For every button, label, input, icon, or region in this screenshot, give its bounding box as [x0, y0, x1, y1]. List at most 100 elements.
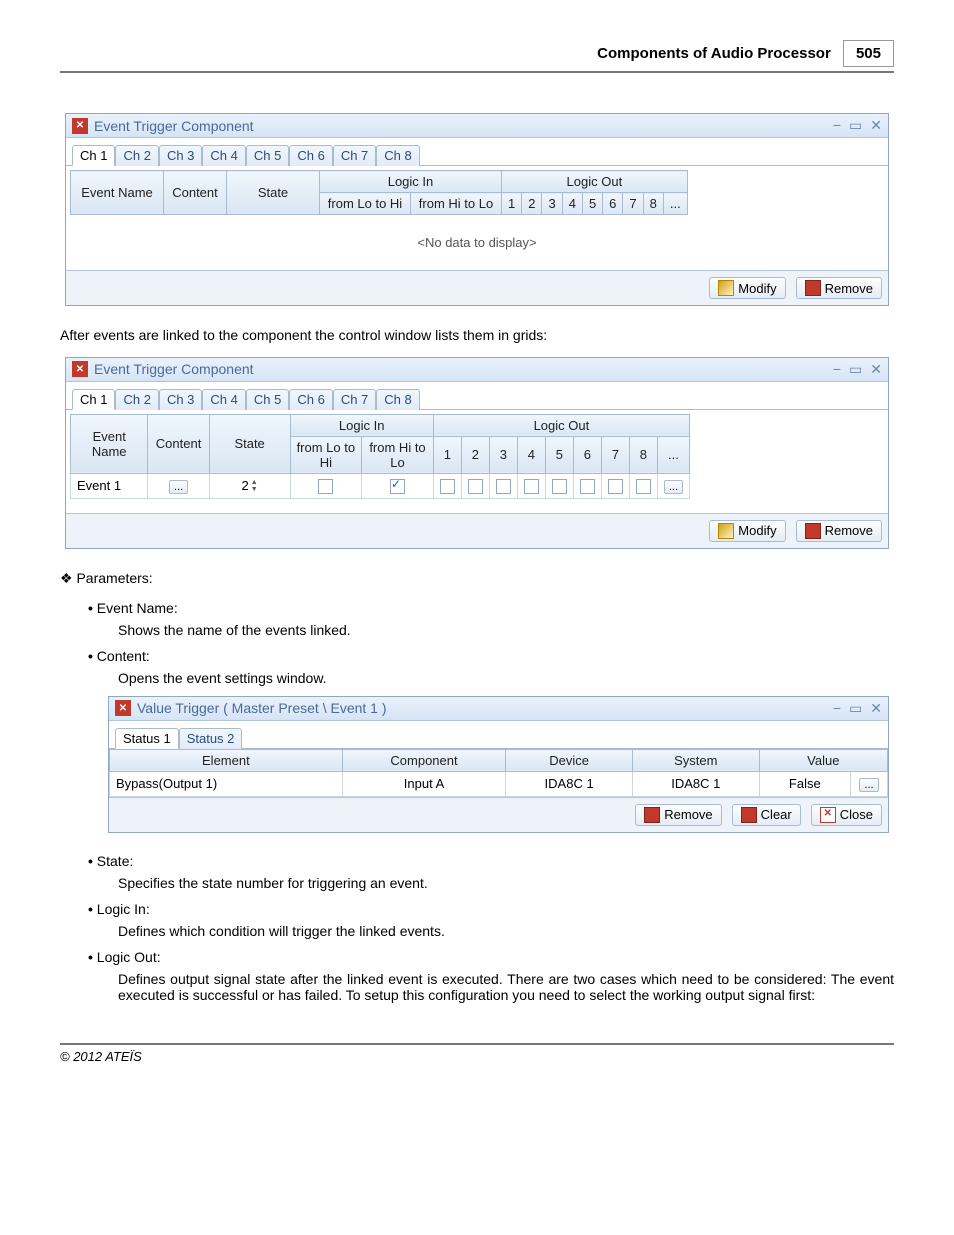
modify-button[interactable]: Modify [709, 520, 785, 542]
close-icon[interactable]: ✕ [870, 117, 882, 134]
remove-button[interactable]: Remove [796, 277, 882, 299]
pencil-icon [718, 523, 734, 539]
minimize-icon[interactable]: − [833, 117, 841, 134]
maximize-icon[interactable]: ▭ [849, 700, 862, 717]
col-logic-out: Logic Out [502, 171, 688, 193]
tab-ch3[interactable]: Ch 3 [159, 389, 202, 410]
value-row: Bypass(Output 1) Input A IDA8C 1 IDA8C 1… [110, 771, 888, 796]
minimize-icon[interactable]: − [833, 361, 841, 378]
tab-ch1[interactable]: Ch 1 [72, 145, 115, 166]
tab-ch5[interactable]: Ch 5 [246, 145, 289, 166]
tab-ch2[interactable]: Ch 2 [115, 389, 158, 410]
col-content: Content [164, 171, 227, 215]
minimize-icon[interactable]: − [833, 700, 841, 717]
maximize-icon[interactable]: ▭ [849, 117, 862, 134]
cell-value-more[interactable]: ... [851, 771, 888, 796]
cell-out-6[interactable] [573, 473, 601, 498]
col-state: State [227, 171, 320, 215]
events-grid-empty: Event Name Content State Logic In Logic … [70, 170, 688, 215]
cell-element: Bypass(Output 1) [110, 771, 343, 796]
close-button[interactable]: ✕Close [811, 804, 882, 826]
tab-ch8[interactable]: Ch 8 [376, 389, 419, 410]
page-footer: © 2012 ATEÏS [60, 1043, 894, 1064]
pencil-icon [718, 280, 734, 296]
checkbox-icon [318, 479, 333, 494]
close-icon[interactable]: ✕ [870, 361, 882, 378]
remove-icon [644, 807, 660, 823]
spinner-icon[interactable]: ▲▼ [251, 479, 258, 493]
param-logic-out-title: Logic Out: [97, 949, 161, 965]
cell-value: False [759, 771, 850, 796]
col-out-7: 7 [623, 193, 643, 215]
param-event-name-title: Event Name: [97, 600, 178, 616]
tab-ch6[interactable]: Ch 6 [289, 389, 332, 410]
tab-ch8[interactable]: Ch 8 [376, 145, 419, 166]
titlebar: ✕ Event Trigger Component − ▭ ✕ [66, 358, 888, 382]
clear-icon [741, 807, 757, 823]
col-out-4: 4 [562, 193, 582, 215]
window-title: Event Trigger Component [94, 118, 833, 134]
col-out-1: 1 [502, 193, 522, 215]
event-trigger-window-empty: ✕ Event Trigger Component − ▭ ✕ Ch 1 Ch … [65, 113, 889, 306]
page-header: Components of Audio Processor 505 [60, 40, 894, 73]
event-row: Event 1 ... 2▲▼ ... [71, 473, 690, 498]
paragraph-after: After events are linked to the component… [60, 326, 894, 345]
param-logic-in-desc: Defines which condition will trigger the… [118, 923, 894, 939]
titlebar: ✕ Value Trigger ( Master Preset \ Event … [109, 697, 888, 721]
col-out-more: ... [663, 193, 687, 215]
page-number: 505 [843, 40, 894, 67]
remove-button[interactable]: Remove [635, 804, 721, 826]
col-logic-in: Logic In [320, 171, 502, 193]
action-bar: Modify Remove [66, 513, 888, 548]
tab-ch6[interactable]: Ch 6 [289, 145, 332, 166]
col-event-name: Event Name [71, 171, 164, 215]
app-icon: ✕ [115, 700, 131, 716]
col-out-2: 2 [522, 193, 542, 215]
tab-status1[interactable]: Status 1 [115, 728, 179, 749]
tab-ch4[interactable]: Ch 4 [202, 389, 245, 410]
col-out-8: 8 [643, 193, 663, 215]
cell-out-2[interactable] [461, 473, 489, 498]
tab-ch5[interactable]: Ch 5 [246, 389, 289, 410]
cell-out-5[interactable] [545, 473, 573, 498]
cell-out-1[interactable] [433, 473, 461, 498]
tab-ch3[interactable]: Ch 3 [159, 145, 202, 166]
param-event-name-desc: Shows the name of the events linked. [118, 622, 894, 638]
param-state-title: State: [97, 853, 134, 869]
cell-state[interactable]: 2▲▼ [209, 473, 290, 498]
col-hi-lo: from Hi to Lo [411, 193, 502, 215]
col-lo-hi: from Lo to Hi [320, 193, 411, 215]
col-out-6: 6 [603, 193, 623, 215]
col-out-5: 5 [582, 193, 602, 215]
cell-out-8[interactable] [629, 473, 657, 498]
remove-button[interactable]: Remove [796, 520, 882, 542]
value-trigger-window: ✕ Value Trigger ( Master Preset \ Event … [108, 696, 889, 833]
cell-event-name: Event 1 [71, 473, 148, 498]
tab-ch2[interactable]: Ch 2 [115, 145, 158, 166]
cell-out-7[interactable] [601, 473, 629, 498]
cell-lo-hi[interactable] [290, 473, 362, 498]
tab-ch1[interactable]: Ch 1 [72, 389, 115, 410]
tab-status2[interactable]: Status 2 [179, 728, 243, 749]
x-icon: ✕ [820, 807, 836, 823]
cell-system: IDA8C 1 [632, 771, 759, 796]
cell-out-4[interactable] [517, 473, 545, 498]
modify-button[interactable]: Modify [709, 277, 785, 299]
window-title: Value Trigger ( Master Preset \ Event 1 … [137, 700, 833, 716]
param-content-desc: Opens the event settings window. [118, 670, 894, 686]
maximize-icon[interactable]: ▭ [849, 361, 862, 378]
tab-ch4[interactable]: Ch 4 [202, 145, 245, 166]
cell-content-button[interactable]: ... [148, 473, 209, 498]
channel-tabs: Ch 1 Ch 2 Ch 3 Ch 4 Ch 5 Ch 6 Ch 7 Ch 8 [66, 138, 888, 166]
close-icon[interactable]: ✕ [870, 700, 882, 717]
cell-out-3[interactable] [489, 473, 517, 498]
cell-out-more[interactable]: ... [657, 473, 689, 498]
checkbox-checked-icon [390, 479, 405, 494]
cell-hi-lo[interactable] [362, 473, 434, 498]
titlebar: ✕ Event Trigger Component − ▭ ✕ [66, 114, 888, 138]
app-icon: ✕ [72, 118, 88, 134]
window-title: Event Trigger Component [94, 361, 833, 377]
tab-ch7[interactable]: Ch 7 [333, 145, 376, 166]
clear-button[interactable]: Clear [732, 804, 801, 826]
tab-ch7[interactable]: Ch 7 [333, 389, 376, 410]
